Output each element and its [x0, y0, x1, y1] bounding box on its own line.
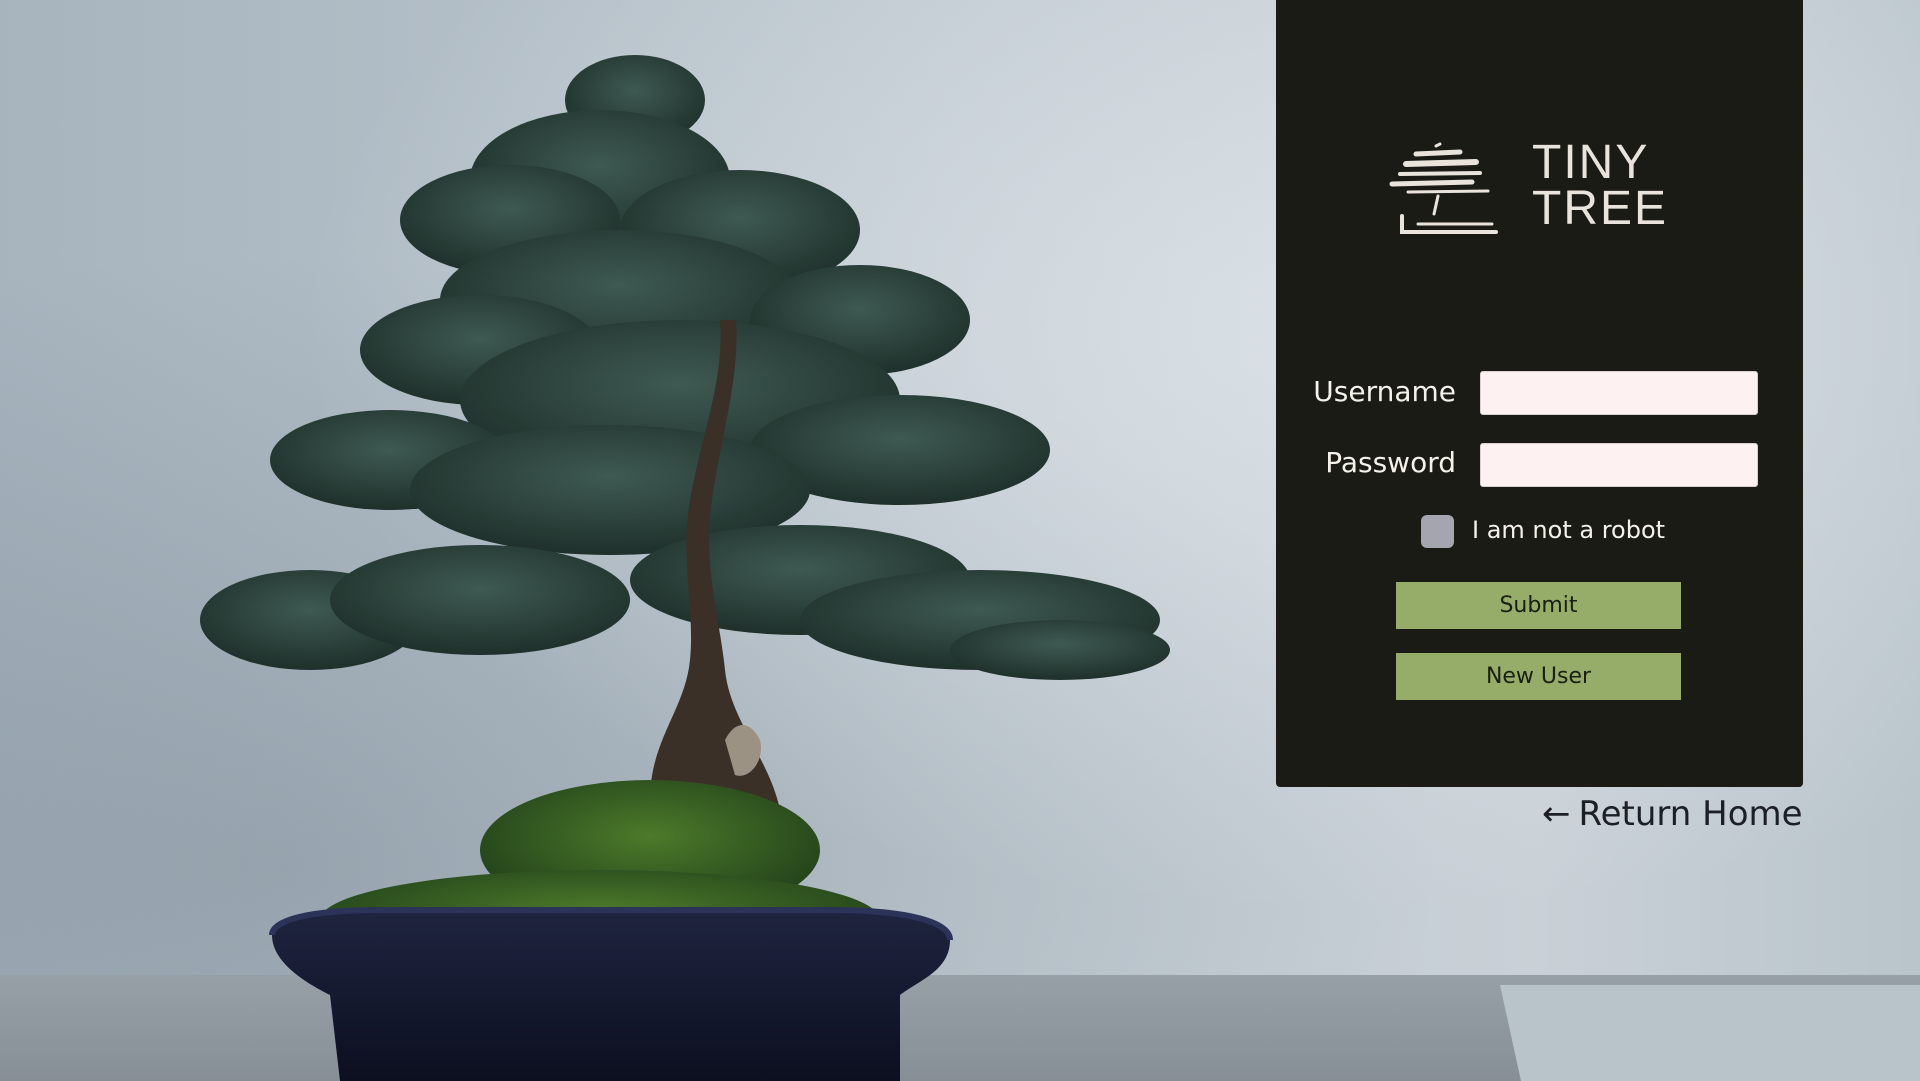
login-panel: TINY TREE Username Password I am not a r…: [1276, 0, 1803, 787]
brand-line-2: TREE: [1532, 182, 1669, 235]
new-user-button[interactable]: New User: [1396, 653, 1681, 700]
background-table-edge: [1500, 985, 1920, 1081]
submit-button[interactable]: Submit: [1396, 582, 1681, 629]
robot-checkbox-label: I am not a robot: [1472, 516, 1666, 544]
username-label: Username: [1313, 375, 1456, 408]
robot-checkbox[interactable]: [1421, 515, 1454, 548]
password-input[interactable]: [1480, 443, 1758, 487]
return-home-link[interactable]: ← Return Home: [1542, 794, 1803, 834]
brand-wordmark: TINY TREE: [1532, 136, 1669, 235]
bonsai-photo: [200, 55, 1170, 1081]
return-home-label: Return Home: [1578, 794, 1803, 834]
username-input[interactable]: [1480, 371, 1758, 415]
arrow-left-icon: ←: [1542, 794, 1571, 834]
brand-line-1: TINY: [1532, 136, 1650, 189]
password-label: Password: [1325, 446, 1456, 479]
